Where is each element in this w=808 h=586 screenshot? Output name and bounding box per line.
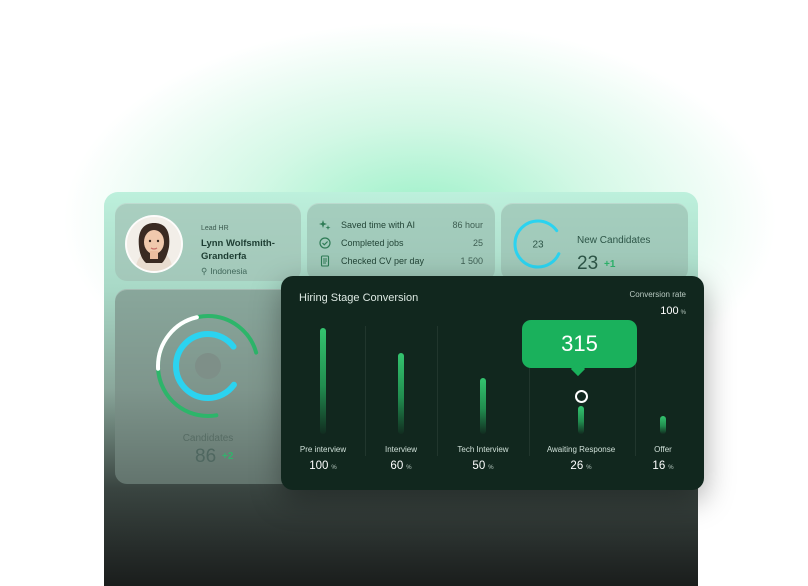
column-divider [437, 326, 438, 456]
stage-value-number: 100 [309, 460, 329, 472]
new-candidates-value: 23 [577, 253, 599, 274]
profile-location: ⚲ Indonesia [201, 266, 247, 277]
stage-bar[interactable] [320, 328, 326, 434]
stage-value-number: 50 [472, 460, 486, 472]
stat-row-checked-cv: Checked CV per day 1 500 [319, 253, 483, 269]
stats-card: Saved time with AI 86 hour Completed job… [307, 203, 495, 281]
location-pin-icon: ⚲ [201, 266, 208, 276]
profile-name: Lynn Wolfsmith-Granderfa [201, 238, 275, 262]
new-candidates-delta: +1 [604, 259, 616, 270]
stat-value: 1 500 [460, 256, 483, 266]
profile-location-text: Indonesia [210, 266, 248, 276]
stat-label: Saved time with AI [341, 220, 416, 230]
hiring-stage-panel: Hiring Stage Conversion Conversion rate … [281, 276, 704, 490]
document-icon [319, 255, 331, 267]
stage-bar[interactable] [578, 406, 584, 434]
stat-label: Completed jobs [341, 238, 404, 248]
stage-value: 16% [652, 460, 673, 472]
conversion-rate-value: 100% [660, 305, 686, 317]
candidates-delta: +2 [222, 451, 234, 462]
stage-value-unit: % [668, 465, 674, 471]
stage-value: 60% [390, 460, 411, 472]
stage-label: Pre interview [299, 445, 347, 454]
stat-row-completed-jobs: Completed jobs 25 [319, 235, 483, 251]
stat-label: Checked CV per day [341, 256, 425, 266]
stage-value: 50% [472, 460, 493, 472]
new-candidates-ring-value: 23 [532, 240, 544, 251]
stage-label: Offer [654, 445, 672, 454]
stage-bar[interactable] [480, 378, 486, 434]
stage-label: Awaiting Response [546, 445, 616, 454]
hover-point-marker[interactable] [575, 390, 588, 403]
candidates-value: 86 [195, 446, 217, 467]
stage-value: 100% [309, 460, 337, 472]
stage-value-unit: % [488, 465, 494, 471]
profile-card[interactable]: Lead HR Lynn Wolfsmith-Granderfa ⚲ Indone… [115, 203, 301, 281]
stage-label: Interview [384, 445, 418, 454]
stat-row-saved-time: Saved time with AI 86 hour [319, 217, 483, 233]
profile-role: Lead HR [201, 225, 229, 232]
stage-value-number: 60 [390, 460, 404, 472]
sparkle-icon [319, 219, 331, 231]
stat-value: 86 hour [452, 220, 483, 230]
candidates-title: Candidates [182, 433, 234, 444]
avatar[interactable] [125, 215, 183, 273]
conversion-rate-label: Conversion rate [629, 290, 686, 299]
stage-value-unit: % [331, 465, 337, 471]
column-divider [365, 326, 366, 456]
stage-value-unit: % [406, 465, 412, 471]
conversion-rate-number: 100 [660, 305, 679, 317]
stage-value-number: 26 [570, 460, 584, 472]
candidates-ring-chart [156, 314, 260, 418]
new-candidates-ring: 23 [513, 219, 563, 269]
stage-bar[interactable] [398, 353, 404, 434]
stat-value: 25 [472, 238, 483, 248]
value-tooltip: 315 [522, 320, 637, 368]
candidates-card[interactable]: Candidates 86 +2 [115, 289, 301, 484]
stage-bar[interactable] [660, 416, 666, 434]
stage-label: Tech Interview [457, 445, 509, 454]
check-circle-icon [319, 237, 331, 249]
hiring-title: Hiring Stage Conversion [299, 292, 419, 304]
stage-value: 26% [570, 460, 591, 472]
stage-value-unit: % [586, 465, 592, 471]
new-candidates-title: New Candidates [577, 235, 651, 246]
new-candidates-card[interactable]: 23 New Candidates 23 +1 [501, 203, 688, 281]
conversion-rate-unit: % [680, 310, 686, 316]
stage-value-number: 16 [652, 460, 666, 472]
